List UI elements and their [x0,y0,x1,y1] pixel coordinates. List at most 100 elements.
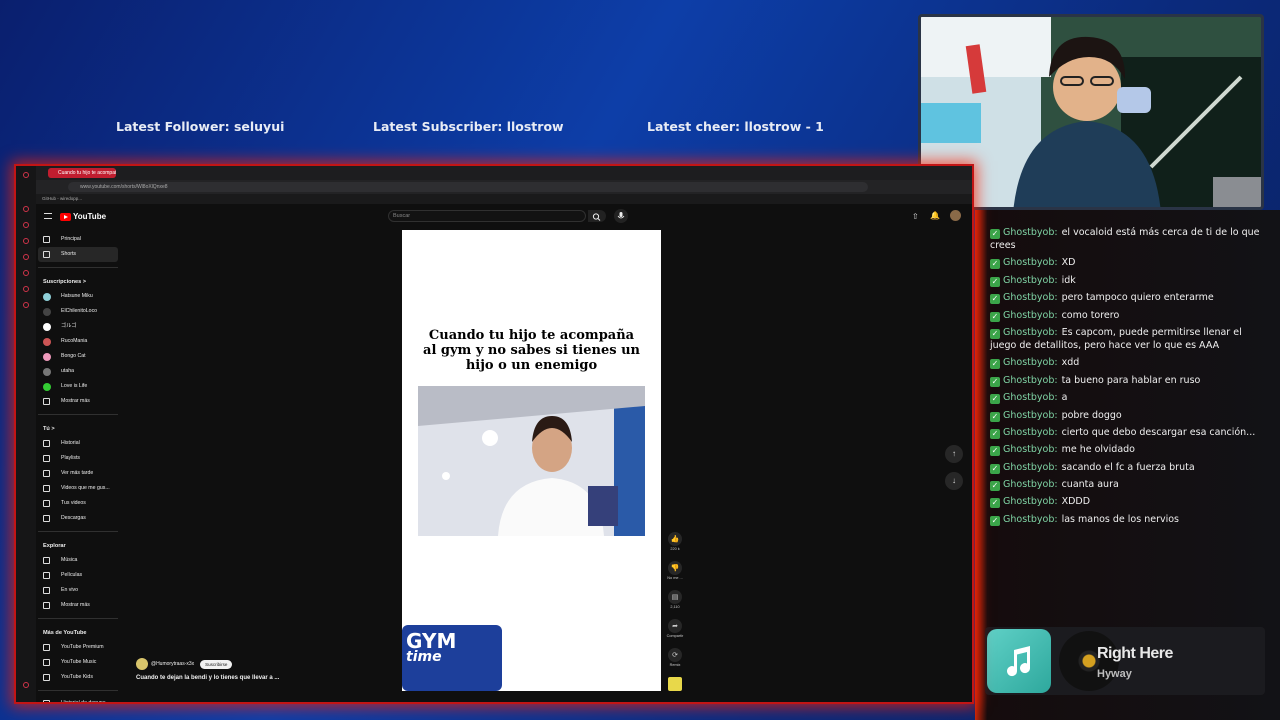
active-tab[interactable]: Cuando tu hijo te acompaña... [48,168,116,178]
sidebar-item[interactable]: Playlists [38,451,118,466]
chat-username[interactable]: Ghostbyob: [1003,427,1058,438]
bookmark-github[interactable]: GitHub - wiredopp... [42,196,82,201]
check-badge-icon: ✓ [990,463,1000,474]
chat-username[interactable]: Ghostbyob: [1003,357,1058,368]
chat-username[interactable]: Ghostbyob: [1003,375,1058,386]
explore-header[interactable]: Explorar [38,537,118,553]
comments-button[interactable]: ▤ [668,590,682,604]
sidebar-item-label: Mostrar más [61,602,90,608]
rail-icon[interactable] [23,238,29,244]
sidebar-divider [38,414,118,415]
sidebar-item[interactable]: utaha [38,364,118,379]
previous-short-button[interactable]: ↑ [945,445,963,463]
sidebar-item[interactable]: Hatsune Miku [38,289,118,304]
sidebar-item[interactable]: YouTube Premium [38,640,118,655]
menu-entry-icon [43,500,50,507]
search-input[interactable]: Buscar [388,210,586,222]
check-badge-icon: ✓ [990,229,1000,239]
rail-icon[interactable] [23,254,29,260]
chat-message: ✓ Ghostbyob: cierto que debo descargar esa… [990,426,1270,439]
sidebar-item[interactable]: Videos que me gus... [38,481,118,496]
bell-icon[interactable]: 🔔 [930,211,940,220]
chat-username[interactable]: Ghostbyob: [1003,275,1058,286]
check-badge-icon: ✓ [990,446,1000,457]
chat-username[interactable]: Ghostbyob: [1003,410,1058,421]
check-badge-icon: ✓ [990,359,1000,370]
channel-name[interactable]: @Humorytraas-x3x [151,661,194,667]
url-field[interactable]: www.youtube.com/shorts/Wl8oXlQnxe8 [68,182,868,192]
sidebar-item[interactable]: Historial [38,436,118,451]
sidebar-item[interactable]: Mostrar más [38,598,118,613]
chat-username[interactable]: Ghostbyob: [1003,462,1058,473]
chat-message: ✓ Ghostbyob: pobre doggo [990,409,1270,422]
more-youtube-header[interactable]: Más de YouTube [38,624,118,640]
chat-username[interactable]: Ghostbyob: [1003,496,1058,507]
rail-icon[interactable] [23,222,29,228]
chat-username[interactable]: Ghostbyob: [1003,292,1058,303]
sidebar-divider [38,531,118,532]
sidebar-item[interactable]: YouTube Kids [38,670,118,685]
subscriptions-header[interactable]: Suscripciones > [38,273,118,289]
home-icon [43,236,50,243]
chat-message: ✓ Ghostbyob: sacando el fc a fuerza bruta [990,461,1270,474]
chat-username[interactable]: Ghostbyob: [1003,479,1058,490]
sidebar-item[interactable]: Ver más tarde [38,466,118,481]
you-header[interactable]: Tú > [38,420,118,436]
chat-text: cierto que debo descargar esa canción... [1061,426,1256,438]
sidebar-item[interactable]: ゴルゴ [38,319,118,334]
sidebar-item[interactable]: Shorts [38,247,118,262]
channel-avatar[interactable] [136,658,148,670]
video-title[interactable]: Cuando te dejan la bendi y lo tienes que… [136,675,279,681]
chat-message: ✓ Ghostbyob: XD [990,256,1270,270]
browser-window: Cuando tu hijo te acompaña... www.youtub… [14,164,974,704]
chat-username[interactable]: Ghostbyob: [1003,310,1058,321]
sidebar-item[interactable]: Música [38,553,118,568]
youtube-logo[interactable]: YouTube [60,212,106,221]
chat-username[interactable]: Ghostbyob: [1003,444,1058,455]
share-icon: ➦ [672,623,678,630]
subscribe-button[interactable]: Suscribirse [200,659,233,669]
next-short-button[interactable]: ↓ [945,472,963,490]
like-button[interactable]: 👍 [668,532,682,546]
sidebar-item-label: Shorts [61,251,76,257]
upload-icon[interactable]: ⇧ [912,212,919,221]
sidebar-item[interactable]: Descargas [38,511,118,526]
chat-username[interactable]: Ghostbyob: [1003,257,1058,268]
rail-icon[interactable] [23,172,29,178]
sound-thumbnail[interactable] [668,677,682,691]
sidebar-item[interactable]: RucoMania [38,334,118,349]
youtube-play-icon [60,212,71,221]
rail-icon[interactable] [23,286,29,292]
sidebar-item[interactable]: Tus videos [38,496,118,511]
sidebar-item[interactable]: ElChilenitoLoco [38,304,118,319]
avatar[interactable] [950,210,961,221]
share-button[interactable]: ➦ [668,619,682,633]
short-caption: Cuando tu hijo te acompaña al gym y no s… [423,328,640,373]
dislike-button[interactable]: 👎 [668,561,682,575]
rail-icon[interactable] [23,302,29,308]
sidebar-item[interactable]: Mostrar más [38,394,118,409]
sidebar-item[interactable]: YouTube Music [38,655,118,670]
mic-button[interactable] [614,209,628,223]
sidebar-item[interactable]: Principal [38,232,118,247]
check-badge-icon: ✓ [990,394,1000,405]
chat-username[interactable]: Ghostbyob: [1003,392,1058,403]
search-icon [592,213,601,221]
sidebar-item[interactable]: En vivo [38,583,118,598]
remix-button[interactable]: ⟳ [668,648,682,662]
sidebar-divider [38,618,118,619]
chat-username[interactable]: Ghostbyob: [1003,514,1058,525]
sidebar-item[interactable]: Love is Life [38,379,118,394]
short-video-player[interactable]: Cuando tu hijo te acompaña al gym y no s… [402,230,661,691]
check-badge-icon: ✓ [990,276,1000,287]
sidebar-item[interactable]: Películas [38,568,118,583]
rail-icon[interactable] [23,682,29,688]
rail-icon[interactable] [23,206,29,212]
rail-icon[interactable] [23,270,29,276]
search-button[interactable] [588,210,606,222]
sidebar-item-report-history[interactable]: Historial de denunc... [38,696,118,702]
chat-username[interactable]: Ghostbyob: [1003,327,1058,338]
menu-icon[interactable] [44,213,52,219]
sidebar-item[interactable]: Bongo Cat [38,349,118,364]
chat-username[interactable]: Ghostbyob: [1003,227,1058,238]
